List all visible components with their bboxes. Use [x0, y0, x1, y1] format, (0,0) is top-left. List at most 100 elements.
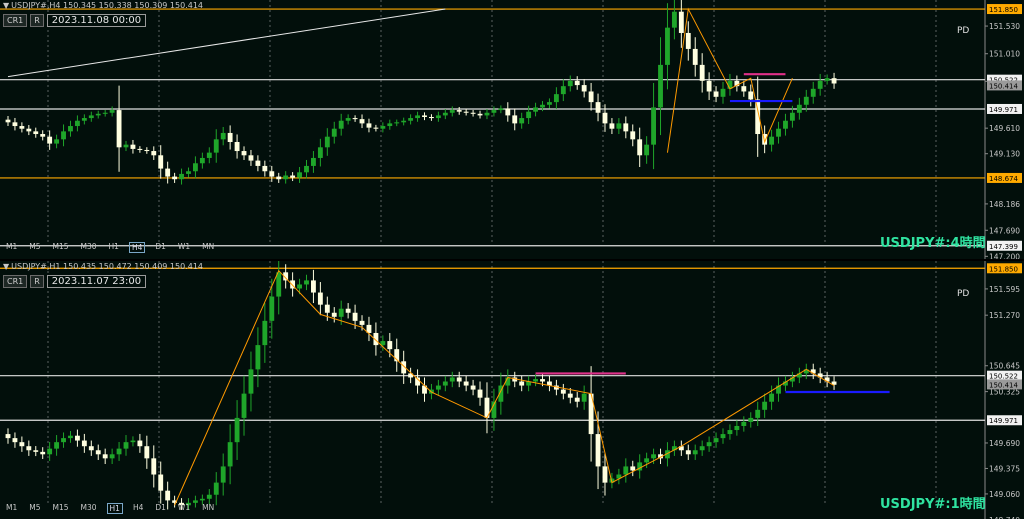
candle-body — [789, 112, 795, 121]
candle-body — [304, 165, 309, 173]
candle-body — [817, 80, 823, 89]
collapse-triangle-icon[interactable]: ▼ — [3, 1, 9, 10]
timeframe-m1[interactable]: M1 — [4, 242, 19, 253]
candle-body — [602, 466, 608, 483]
candle-body — [574, 80, 580, 86]
candle-body — [262, 320, 268, 346]
timeframe-h1[interactable]: H1 — [107, 242, 121, 253]
candle-body — [533, 107, 538, 112]
r-button[interactable]: R — [30, 275, 44, 288]
r-button[interactable]: R — [30, 14, 44, 27]
y-tick-label: 149.690 — [989, 439, 1020, 448]
candle-body — [408, 118, 414, 121]
timeframe-mn[interactable]: MN — [200, 503, 216, 514]
candle-body — [359, 119, 365, 124]
timeframe-mn[interactable]: MN — [200, 242, 216, 253]
timeframe-m30[interactable]: M30 — [79, 503, 99, 514]
candle-body — [824, 78, 830, 81]
y-tick-label: 151.530 — [989, 22, 1020, 31]
candle-body — [456, 377, 462, 382]
h4-ohlc: 150.345 150.338 150.309 150.414 — [63, 1, 204, 10]
h1-chart-panel[interactable]: 151.595 151.270 150.645 150.325 149.690 149.3… — [0, 261, 1024, 519]
candle-body — [470, 112, 476, 114]
h4-datetime-box[interactable]: 2023.11.08 00:00 — [46, 14, 147, 27]
candle-body — [220, 466, 226, 483]
candle-body — [213, 482, 219, 495]
h4-pd-label: PD — [957, 26, 970, 36]
candle-body — [748, 91, 754, 100]
candle-body — [234, 417, 240, 443]
price-tag-label: 151.850 — [989, 6, 1018, 14]
candle-body — [12, 438, 18, 443]
candle-body — [706, 442, 712, 447]
h1-button-row: CR1 R 2023.11.07 23:00 — [3, 275, 147, 288]
h1-chart-canvas[interactable]: 151.595151.270150.645150.325149.690149.3… — [0, 261, 1024, 519]
timeframe-m5[interactable]: M5 — [27, 242, 42, 253]
candle-body — [331, 128, 337, 137]
candle-body — [442, 112, 448, 116]
y-tick-label: 150.645 — [989, 362, 1020, 371]
candle-body — [311, 280, 316, 293]
timeframe-m30[interactable]: M30 — [79, 242, 99, 253]
candle-body — [5, 119, 11, 123]
timeframe-m15[interactable]: M15 — [51, 503, 71, 514]
candle-body — [519, 381, 525, 386]
cr1-button[interactable]: CR1 — [3, 14, 28, 27]
h4-chart-canvas[interactable]: 151.530151.010150.490149.610149.130148.1… — [0, 0, 1024, 259]
timeframe-m1[interactable]: M1 — [4, 503, 19, 514]
candle-body — [68, 435, 73, 439]
candle-body — [12, 122, 18, 127]
price-tag-label: 150.414 — [989, 381, 1018, 389]
timeframe-w1[interactable]: W1 — [176, 242, 192, 253]
candle-body — [463, 111, 469, 113]
candle-body — [359, 320, 365, 325]
candle-body — [248, 369, 254, 394]
price-tag-label: 151.850 — [989, 265, 1018, 273]
timeframe-d1[interactable]: D1 — [153, 242, 168, 253]
candle-body — [26, 446, 32, 451]
candle-body — [720, 88, 726, 97]
candle-body — [533, 379, 538, 382]
candle-body — [227, 442, 233, 467]
candle-body — [422, 115, 427, 118]
candle-body — [199, 498, 205, 501]
candle-body — [741, 86, 747, 92]
cr1-button[interactable]: CR1 — [3, 275, 28, 288]
candle-body — [109, 110, 115, 113]
candle-body — [373, 127, 379, 129]
collapse-triangle-icon[interactable]: ▼ — [3, 262, 9, 271]
candle-body — [630, 131, 636, 140]
candle-body — [706, 80, 712, 92]
timeframe-h1[interactable]: H1 — [106, 503, 123, 514]
candle-body — [595, 102, 601, 113]
candle-body — [61, 131, 66, 140]
timeframe-h4[interactable]: H4 — [128, 242, 146, 253]
candle-body — [560, 86, 566, 95]
h4-chart-panel[interactable]: 151.530151.010150.490149.610149.130148.1… — [0, 0, 1024, 259]
timeframe-m5[interactable]: M5 — [27, 503, 42, 514]
candle-body — [783, 120, 788, 129]
candle-body — [276, 272, 282, 297]
candle-body — [40, 451, 46, 455]
timeframe-h4[interactable]: H4 — [131, 503, 145, 514]
candle-body — [727, 430, 733, 435]
candle-body — [415, 115, 420, 119]
candle-body — [61, 438, 66, 443]
candle-body — [484, 112, 490, 116]
candle-body — [769, 136, 775, 145]
candle-body — [547, 102, 552, 105]
timeframe-w1[interactable]: W1 — [176, 503, 192, 514]
candle-body — [116, 448, 122, 455]
candle-body — [26, 128, 32, 132]
candle-body — [429, 117, 434, 119]
candle-body — [595, 434, 601, 467]
candle-body — [498, 108, 504, 111]
timeframe-d1[interactable]: D1 — [153, 503, 168, 514]
timeframe-m15[interactable]: M15 — [51, 242, 71, 253]
candle-body — [435, 115, 441, 119]
price-tag-label: 150.414 — [989, 82, 1018, 90]
candle-body — [581, 393, 587, 402]
candle-body — [512, 115, 518, 124]
candle-body — [637, 139, 643, 156]
h1-datetime-box[interactable]: 2023.11.07 23:00 — [46, 275, 147, 288]
